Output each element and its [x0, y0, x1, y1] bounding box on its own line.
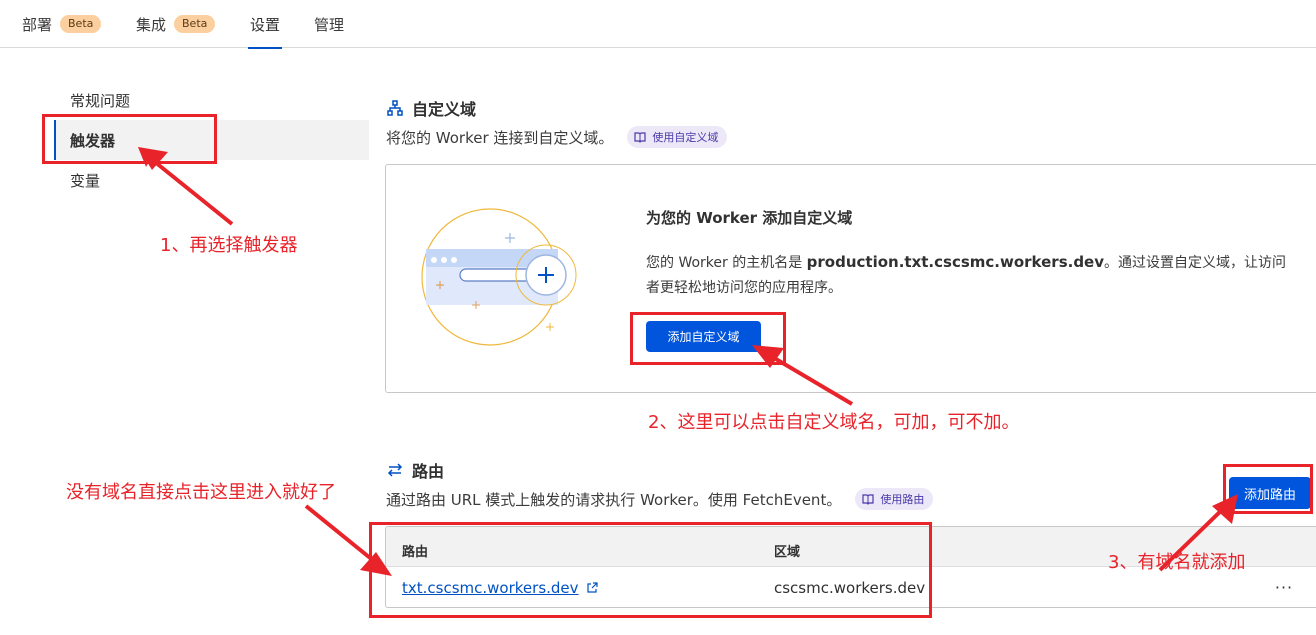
sidebar-item-label: 常规问题 [70, 91, 131, 110]
annotation-step1: 1、再选择触发器 [160, 235, 298, 256]
annotation-no-domain: 没有域名直接点击这里进入就好了 [66, 482, 336, 503]
custom-domain-doc-link[interactable]: 使用自定义域 [627, 126, 728, 148]
domain-illustration [421, 208, 577, 346]
highlight-route-row [369, 522, 932, 618]
routes-title: 路由 [386, 458, 444, 482]
tab-manage[interactable]: 管理 [314, 0, 344, 48]
section-heading: 路由 [412, 462, 445, 481]
tab-integrations[interactable]: 集成 Beta [136, 0, 216, 48]
beta-badge: Beta [60, 15, 102, 33]
book-icon [862, 493, 874, 505]
tab-settings[interactable]: 设置 [247, 0, 283, 49]
beta-badge: Beta [174, 15, 216, 33]
doc-link-label: 使用路由 [880, 493, 925, 506]
row-menu-button[interactable]: ··· [1272, 575, 1296, 599]
tab-integrations-label: 集成 [136, 15, 167, 34]
card-title: 为您的 Worker 添加自定义域 [646, 209, 853, 227]
routes-doc-link[interactable]: 使用路由 [855, 488, 934, 510]
description-text: 通过路由 URL 模式上触发的请求执行 Worker。使用 FetchEvent… [386, 490, 842, 509]
doc-link-label: 使用自定义域 [652, 131, 719, 144]
tab-manage-label: 管理 [314, 15, 345, 34]
tab-settings-label: 设置 [250, 15, 281, 34]
highlight-triggers [42, 114, 217, 164]
tab-deploy-label: 部署 [22, 15, 53, 34]
highlight-add-custom-domain [630, 312, 786, 365]
description-text: 将您的 Worker 连接到自定义域。 [386, 128, 614, 147]
section-heading: 自定义域 [412, 100, 477, 119]
swap-arrows-icon [386, 461, 404, 479]
annotation-step3: 3、有域名就添加 [1108, 552, 1246, 573]
custom-domain-title: 自定义域 [386, 96, 476, 120]
card-text: 您的 Worker 的主机名是 production.txt.cscsmc.wo… [646, 250, 1286, 301]
top-tabs: 部署 Beta 集成 Beta 设置 管理 [0, 0, 1316, 49]
routes-description: 通过路由 URL 模式上触发的请求执行 Worker。使用 FetchEvent… [386, 488, 934, 510]
highlight-add-route [1223, 464, 1313, 514]
worker-hostname: production.txt.cscsmc.workers.dev [806, 253, 1105, 271]
card-text-prefix: 您的 Worker 的主机名是 [646, 255, 807, 271]
sitemap-icon [386, 99, 404, 117]
custom-domain-description: 将您的 Worker 连接到自定义域。 使用自定义域 [386, 126, 728, 148]
sidebar-item-variables[interactable]: 变量 [54, 160, 369, 200]
tab-deploy[interactable]: 部署 Beta [22, 0, 102, 48]
sidebar-item-label: 变量 [70, 171, 101, 190]
book-icon [634, 131, 646, 143]
annotation-step2: 2、这里可以点击自定义域名，可加，可不加。 [648, 412, 1020, 433]
